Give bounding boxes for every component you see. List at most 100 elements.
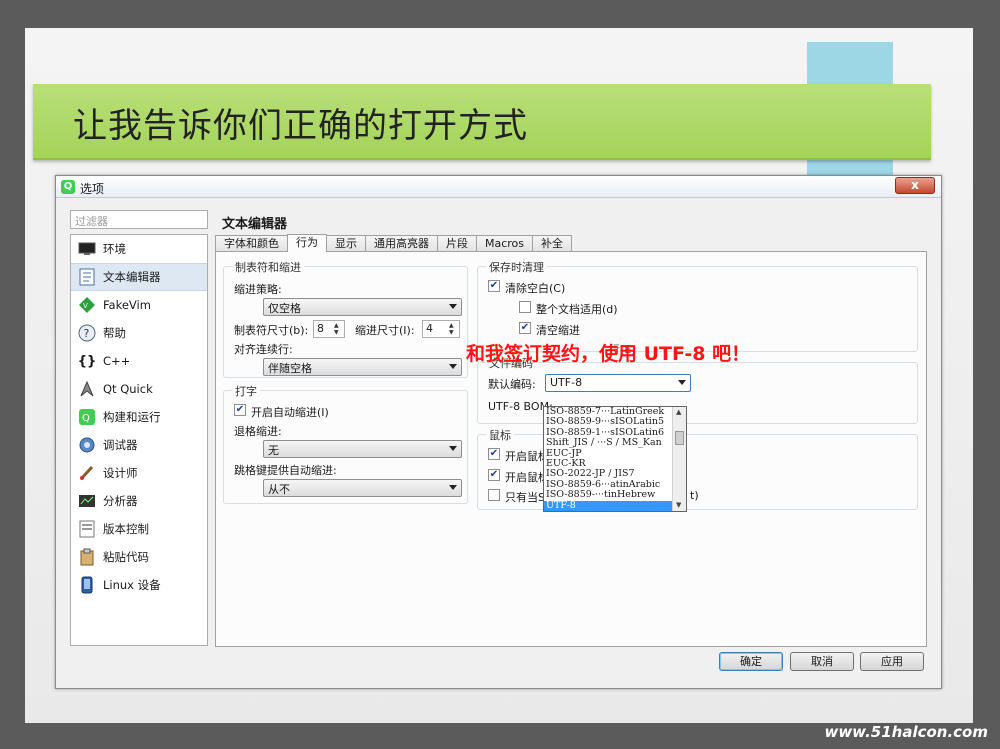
designer-icon <box>77 463 97 483</box>
qt-quick-icon <box>77 379 97 399</box>
nav-item-text-editor[interactable]: 文本编辑器 <box>71 263 207 291</box>
encoding-option[interactable]: Shift_JIS / ···S / MS_Kan <box>544 438 672 448</box>
clean-indent-label: 清空缩进 <box>536 324 580 337</box>
encoding-option[interactable]: ISO-8859-1···sISOLatin6 <box>544 428 672 438</box>
build-run-icon: Q <box>77 407 97 427</box>
close-button[interactable]: x <box>895 177 935 194</box>
tab-behavior[interactable]: 行为 <box>287 234 327 252</box>
chevron-down-icon <box>449 304 457 309</box>
scroll-up-icon[interactable]: ▲ <box>676 408 681 416</box>
nav-item-cpp[interactable]: {} C++ <box>71 347 207 375</box>
chevron-down-icon <box>449 364 457 369</box>
nav-label: 版本控制 <box>103 522 149 536</box>
nav-label: 粘贴代码 <box>103 550 149 564</box>
filter-input[interactable]: 过滤器 <box>70 210 208 229</box>
tab-key-combo[interactable]: 从不 <box>263 479 462 497</box>
clean-whitespace-checkbox[interactable]: ✔ <box>488 280 500 292</box>
debugger-icon <box>77 435 97 455</box>
default-encoding-combo[interactable]: UTF-8 <box>545 374 691 392</box>
mouse-option-3-checkbox[interactable] <box>488 489 500 501</box>
encoding-option[interactable]: EUC-KR <box>544 459 672 469</box>
encoding-option[interactable]: ISO-8859-···tinHebrew <box>544 490 672 500</box>
nav-item-paste[interactable]: 粘贴代码 <box>71 543 207 571</box>
tab-macros[interactable]: Macros <box>476 235 534 252</box>
nav-item-version-control[interactable]: 版本控制 <box>71 515 207 543</box>
nav-label: 设计师 <box>103 466 138 480</box>
spin-value: 8 <box>317 322 324 335</box>
typing-group: 打字 ✔ 开启自动缩进(I) 退格缩进: 无 跳格键提供自动缩进: 从不 <box>223 383 468 504</box>
nav-item-analyzer[interactable]: 分析器 <box>71 487 207 515</box>
nav-item-fakevim[interactable]: V FakeVim <box>71 291 207 319</box>
encoding-option-selected[interactable]: UTF-8 <box>544 500 672 511</box>
encoding-option[interactable]: ISO-8859-6···atinArabic <box>544 480 672 490</box>
backspace-combo[interactable]: 无 <box>263 440 462 458</box>
text-editor-icon <box>77 267 97 287</box>
mouse-option-3-tail: t) <box>690 489 699 502</box>
watermark: www.51halcon.com <box>824 723 988 741</box>
dialog-title: 选项 <box>80 182 105 196</box>
tab-snippets[interactable]: 片段 <box>437 235 477 252</box>
combo-value: 从不 <box>268 483 290 496</box>
group-title: 鼠标 <box>486 427 514 443</box>
tabs-indent-group: 制表符和缩进 缩进策略: 仅空格 制表符尺寸(b): 8 ▲ ▼ 缩进尺寸(I): … <box>223 259 468 378</box>
indent-size-spinbox[interactable]: 4 ▲ ▼ <box>422 320 460 338</box>
tab-key-label: 跳格键提供自动缩进: <box>234 464 337 477</box>
ok-button[interactable]: 确定 <box>719 652 783 671</box>
nav-label: Qt Quick <box>103 382 153 396</box>
nav-label: C++ <box>103 354 131 368</box>
clean-indent-checkbox[interactable]: ✔ <box>519 322 531 334</box>
group-title: 打字 <box>232 383 260 399</box>
tab-display[interactable]: 显示 <box>326 235 366 252</box>
phone-icon <box>77 575 97 595</box>
combo-value: 无 <box>268 444 279 457</box>
category-list: 环境 文本编辑器 V FakeVim ? 帮助 {} C++ Qt Quick … <box>70 234 208 646</box>
encoding-option[interactable]: ISO-8859-7···LatinGreek <box>544 407 672 417</box>
version-control-icon <box>77 519 97 539</box>
nav-item-designer[interactable]: 设计师 <box>71 459 207 487</box>
entire-doc-label: 整个文档适用(d) <box>536 303 618 316</box>
align-continuation-combo[interactable]: 伴随空格 <box>263 358 462 376</box>
auto-indent-checkbox[interactable]: ✔ <box>234 404 246 416</box>
nav-label: 调试器 <box>103 438 138 452</box>
dialog-titlebar: Q 选项 x <box>56 176 941 198</box>
encoding-dropdown-list[interactable]: ISO-8859-7···LatinGreek ISO-8859-9···sIS… <box>543 406 687 512</box>
encoding-option[interactable]: ISO-8859-9···sISOLatin5 <box>544 417 672 427</box>
entire-doc-checkbox[interactable] <box>519 301 531 313</box>
nav-label: 文本编辑器 <box>103 270 161 284</box>
indent-policy-label: 缩进策略: <box>234 283 282 296</box>
cancel-button[interactable]: 取消 <box>790 652 854 671</box>
apply-button[interactable]: 应用 <box>860 652 924 671</box>
paste-icon <box>77 547 97 567</box>
nav-item-debugger[interactable]: 调试器 <box>71 431 207 459</box>
nav-label: 帮助 <box>103 326 126 340</box>
nav-item-qt-quick[interactable]: Qt Quick <box>71 375 207 403</box>
nav-item-help[interactable]: ? 帮助 <box>71 319 207 347</box>
encoding-option[interactable]: EUC-JP <box>544 449 672 459</box>
tab-fonts-colors[interactable]: 字体和颜色 <box>215 235 288 252</box>
tab-completion[interactable]: 补全 <box>532 235 573 252</box>
dropdown-scrollbar[interactable]: ▲ ▼ <box>672 407 686 511</box>
encoding-option[interactable]: ISO-2022-JP / JIS7 <box>544 469 672 479</box>
default-encoding-label: 默认编码: <box>488 378 536 391</box>
nav-item-linux-devices[interactable]: Linux 设备 <box>71 571 207 599</box>
scroll-thumb[interactable] <box>675 431 684 445</box>
page-title: 文本编辑器 <box>222 217 288 232</box>
nav-label: Linux 设备 <box>103 578 161 592</box>
indent-policy-combo[interactable]: 仅空格 <box>263 298 462 316</box>
scroll-down-icon[interactable]: ▼ <box>676 501 681 509</box>
align-continuation-label: 对齐连续行: <box>234 343 293 356</box>
slide-title-bar: 让我告诉你们正确的打开方式 <box>33 84 931 160</box>
vim-icon: V <box>77 295 97 315</box>
tab-generic-highlighter[interactable]: 通用高亮器 <box>365 235 438 252</box>
nav-item-build-run[interactable]: Q 构建和运行 <box>71 403 207 431</box>
nav-item-environment[interactable]: 环境 <box>71 235 207 263</box>
slide-title: 让我告诉你们正确的打开方式 <box>73 106 528 146</box>
chevron-down-icon <box>678 380 686 385</box>
mouse-option-2-checkbox[interactable]: ✔ <box>488 469 500 481</box>
braces-icon: {} <box>77 353 97 369</box>
combo-value: 伴随空格 <box>268 362 312 375</box>
mouse-option-1-checkbox[interactable]: ✔ <box>488 448 500 460</box>
nav-label: 分析器 <box>103 494 138 508</box>
tab-size-spinbox[interactable]: 8 ▲ ▼ <box>313 320 345 338</box>
clean-whitespace-label: 清除空白(C) <box>505 282 566 295</box>
